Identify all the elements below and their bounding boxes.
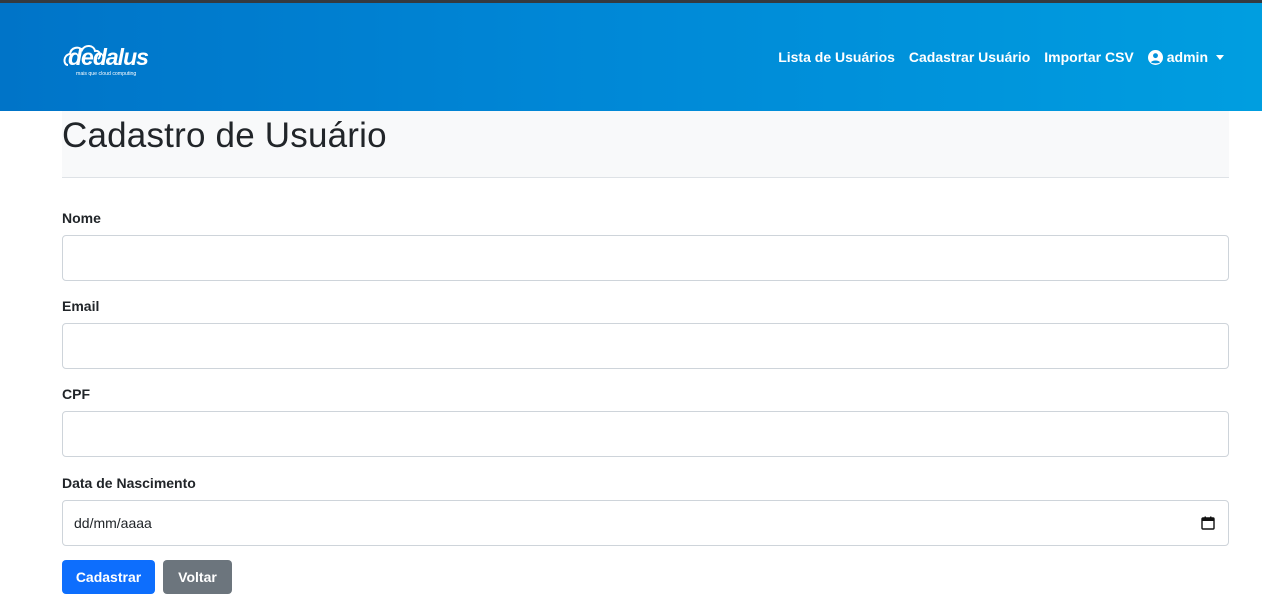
logo-tagline: mais que cloud computing: [76, 71, 136, 77]
logo-text: dedalus: [68, 44, 148, 70]
chevron-down-icon: [1216, 55, 1224, 60]
navbar: dedalus mais que cloud computing Lista d…: [0, 3, 1262, 111]
voltar-button[interactable]: Voltar: [163, 560, 232, 594]
nome-label: Nome: [62, 210, 101, 226]
email-label: Email: [62, 298, 100, 314]
nascimento-label: Data de Nascimento: [62, 475, 196, 491]
page-title: Cadastro de Usuário: [62, 116, 387, 155]
cpf-input[interactable]: [62, 411, 1229, 457]
page-header: Cadastro de Usuário: [62, 111, 1229, 178]
nav-link-cadastrar-usuario[interactable]: Cadastrar Usuário: [909, 49, 1030, 65]
dedalus-logo[interactable]: dedalus mais que cloud computing: [62, 39, 162, 79]
nav-link-importar-csv[interactable]: Importar CSV: [1044, 49, 1133, 65]
email-input[interactable]: [62, 323, 1229, 369]
nome-input[interactable]: [62, 235, 1229, 281]
cadastrar-button[interactable]: Cadastrar: [62, 560, 155, 594]
nav-links: Lista de Usuários Cadastrar Usuário Impo…: [764, 47, 1224, 67]
user-menu-toggle[interactable]: admin: [1147, 49, 1224, 65]
nav-link-lista-usuarios[interactable]: Lista de Usuários: [778, 49, 895, 65]
cpf-label: CPF: [62, 386, 90, 402]
date-placeholder: dd/mm/aaaa: [74, 515, 152, 531]
user-circle-icon: [1147, 49, 1163, 65]
calendar-icon[interactable]: [1201, 516, 1215, 530]
nascimento-date-input[interactable]: dd/mm/aaaa: [62, 500, 1229, 546]
user-menu-label: admin: [1166, 49, 1208, 65]
